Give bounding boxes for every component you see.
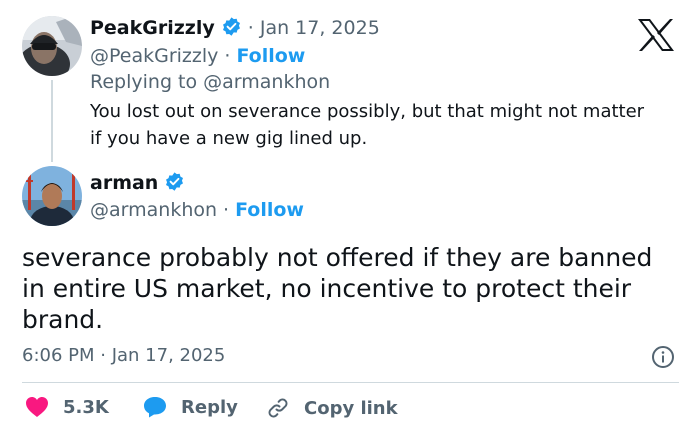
main-handle[interactable]: @armankhon <box>90 199 217 221</box>
replying-to-handle[interactable]: @armankhon <box>203 71 330 93</box>
link-icon <box>268 398 288 418</box>
reply-author-row: PeakGrizzly · Jan 17, 2025 <box>90 15 380 41</box>
verified-badge-icon <box>164 171 185 196</box>
reply-follow-button[interactable]: Follow <box>236 45 305 67</box>
reply-handle[interactable]: @PeakGrizzly <box>90 45 218 67</box>
info-icon[interactable] <box>651 345 675 369</box>
divider <box>22 382 679 383</box>
like-count: 5.3K <box>63 396 109 418</box>
main-author-name[interactable]: arman <box>90 172 158 194</box>
reply-label: Reply <box>181 396 238 418</box>
reply-bubble-icon <box>144 397 166 418</box>
reply-date[interactable]: · Jan 17, 2025 <box>248 17 380 39</box>
x-logo-icon[interactable] <box>636 17 676 53</box>
main-follow-button[interactable]: Follow <box>235 199 304 221</box>
avatar-peakgrizzly[interactable] <box>22 16 82 76</box>
reply-text-line: You lost out on severance possibly, but … <box>90 101 645 122</box>
copy-link-button[interactable]: Copy link <box>266 396 398 420</box>
thread-line <box>51 80 53 162</box>
replying-prefix: Replying to <box>90 71 198 93</box>
reply-text: You lost out on severance possibly, but … <box>90 98 644 152</box>
separator-dot: · <box>224 45 231 67</box>
verified-badge-icon <box>221 16 242 41</box>
main-author-row: arman <box>90 170 185 196</box>
like-button[interactable]: 5.3K <box>25 396 109 418</box>
copy-link-label: Copy link <box>304 397 398 419</box>
main-handle-row: @armankhon · Follow <box>90 197 304 223</box>
main-text-line: in entire US market, no incentive to pro… <box>22 274 632 303</box>
heart-icon <box>26 397 48 417</box>
separator-dot: · <box>223 199 230 221</box>
main-tweet-text: severance probably not offered if they a… <box>22 242 652 335</box>
avatar-arman[interactable] <box>22 166 82 226</box>
replying-to-row: Replying to @armankhon <box>90 69 330 95</box>
reply-button[interactable]: Reply <box>143 396 238 418</box>
main-text-line: severance probably not offered if they a… <box>22 243 653 272</box>
main-timestamp[interactable]: 6:06 PM · Jan 17, 2025 <box>22 343 225 369</box>
reply-author-name[interactable]: PeakGrizzly <box>90 17 215 39</box>
reply-text-line: if you have a new gig lined up. <box>90 128 368 149</box>
main-text-line: brand. <box>22 305 104 334</box>
reply-handle-row: @PeakGrizzly · Follow <box>90 43 305 69</box>
